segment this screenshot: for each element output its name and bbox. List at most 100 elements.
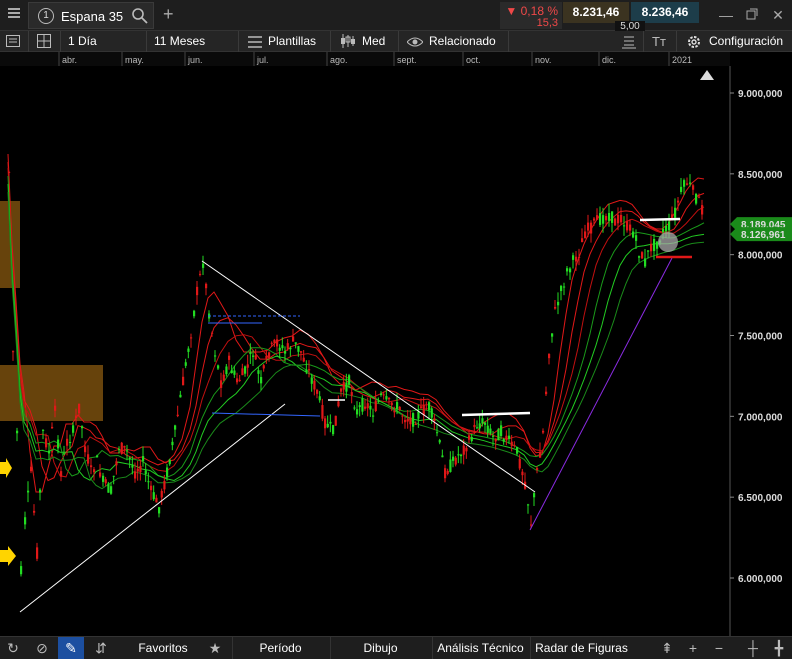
candle-body [278,347,281,351]
pencil-icon[interactable]: ✎ [58,637,84,659]
month-tick-label: jun. [187,55,203,65]
candle-body [199,273,202,275]
candle-body [205,283,208,289]
candle-body [244,366,247,374]
candle-body [575,256,578,262]
drawing-button[interactable]: Dibujo [330,637,430,659]
candle-body [536,468,539,470]
related-button[interactable]: Relacionado [429,31,496,52]
chart-style-button[interactable]: Med [362,31,385,52]
close-icon[interactable]: ✕ [768,5,788,25]
candle-body [698,196,701,198]
month-tick-label: 2021 [672,55,692,65]
candle-body [605,216,608,221]
candle-body [318,396,321,401]
candle-body [249,351,252,355]
candle-body [184,362,187,366]
app-menu-icon[interactable] [4,5,24,25]
candle-body [551,333,554,337]
candle-body [692,185,695,190]
candle-body [345,382,348,392]
instrument-tab[interactable]: 1 Espana 35 [28,2,154,29]
gear-icon[interactable] [686,31,702,52]
candle-body [590,222,593,234]
candle-body [118,448,121,451]
candle-body [353,407,356,409]
candle-body [539,452,542,458]
templates-icon[interactable] [248,31,262,52]
interval-selector[interactable]: 1 Día [68,31,97,52]
candle-body [671,214,674,218]
candle-body [513,444,516,446]
candlestick-icon[interactable] [340,31,356,52]
candle-body [265,355,268,359]
candle-body [629,224,632,231]
price-chart[interactable]: abr. may. jun. jul. ago. sept. oct. nov. dic. 202… [0,52,792,636]
candle-body [446,470,449,474]
candle-body [677,200,680,203]
candle-body [30,466,33,472]
range-selector[interactable]: 11 Meses [154,31,205,52]
fit-chart-icon[interactable]: ╋ [766,637,792,659]
settings-button[interactable]: Configuración [709,31,783,52]
buy-price-button[interactable]: 8.236,46 [631,2,699,23]
list-settings-icon[interactable] [622,31,636,52]
candle-body [99,472,102,477]
candle-body [581,238,584,243]
sell-price-button[interactable]: 8.231,46 [563,2,629,23]
period-button[interactable]: Período [232,637,328,659]
high-marker-white[interactable] [639,217,681,222]
candle-body [358,405,361,408]
toolbar-divider [676,31,677,52]
zoom-in-icon[interactable]: + [680,637,706,659]
candle-body [460,454,463,457]
favorites-button[interactable]: Favoritos [130,637,196,659]
candle-body [465,447,468,452]
crosshair-icon[interactable]: ┼ [740,637,766,659]
candle-body [110,486,113,494]
change-percent: ▼ 0,18 % [505,4,558,18]
star-icon[interactable]: ★ [202,637,228,659]
candle-body [566,268,569,272]
candle-body [500,425,503,437]
search-icon[interactable] [131,7,149,25]
y-tick-label: 8.500,000 [738,170,783,181]
magnet-icon[interactable]: ⇵ [88,637,114,659]
pattern-radar-button[interactable]: Radar de Figuras [530,637,632,659]
candle-body [225,366,228,375]
chart-canvas[interactable]: abr. may. jun. jul. ago. sept. oct. nov. dic. 202… [0,52,792,636]
candle-body [289,348,292,350]
candle-body [281,345,284,349]
candle-body [510,441,513,446]
candle-body [422,405,425,416]
disable-icon[interactable]: ⊘ [29,637,55,659]
candle-body [518,458,521,469]
candle-body [374,400,377,412]
candle-body [332,425,335,435]
templates-button[interactable]: Plantillas [268,31,316,52]
eye-icon[interactable] [406,31,424,52]
restore-icon[interactable] [742,5,762,25]
cursor-highlight-circle[interactable] [658,232,678,252]
zoom-out-icon[interactable]: − [706,637,732,659]
candle-body [16,430,19,434]
candle-body [123,445,126,448]
add-tab-icon[interactable]: + [163,4,174,25]
candle-body [302,357,305,362]
crosshair-move-icon[interactable]: ⇞ [654,637,680,659]
toolbar-divider [238,31,239,52]
text-size-icon[interactable]: Tт [652,31,666,52]
refresh-icon[interactable]: ↻ [0,637,26,659]
toolbar-divider [330,31,331,52]
candle-body [441,455,444,458]
candle-body [230,370,233,374]
grid-layout-icon[interactable] [37,31,51,52]
candle-body [484,422,487,425]
candle-body [246,364,249,368]
candle-body [521,471,524,476]
support-zone[interactable] [0,365,103,421]
technical-analysis-button[interactable]: Análisis Técnico [432,637,528,659]
candle-body [382,394,385,396]
panel-toggle-icon[interactable] [6,31,20,52]
minimize-icon[interactable]: — [716,5,736,25]
